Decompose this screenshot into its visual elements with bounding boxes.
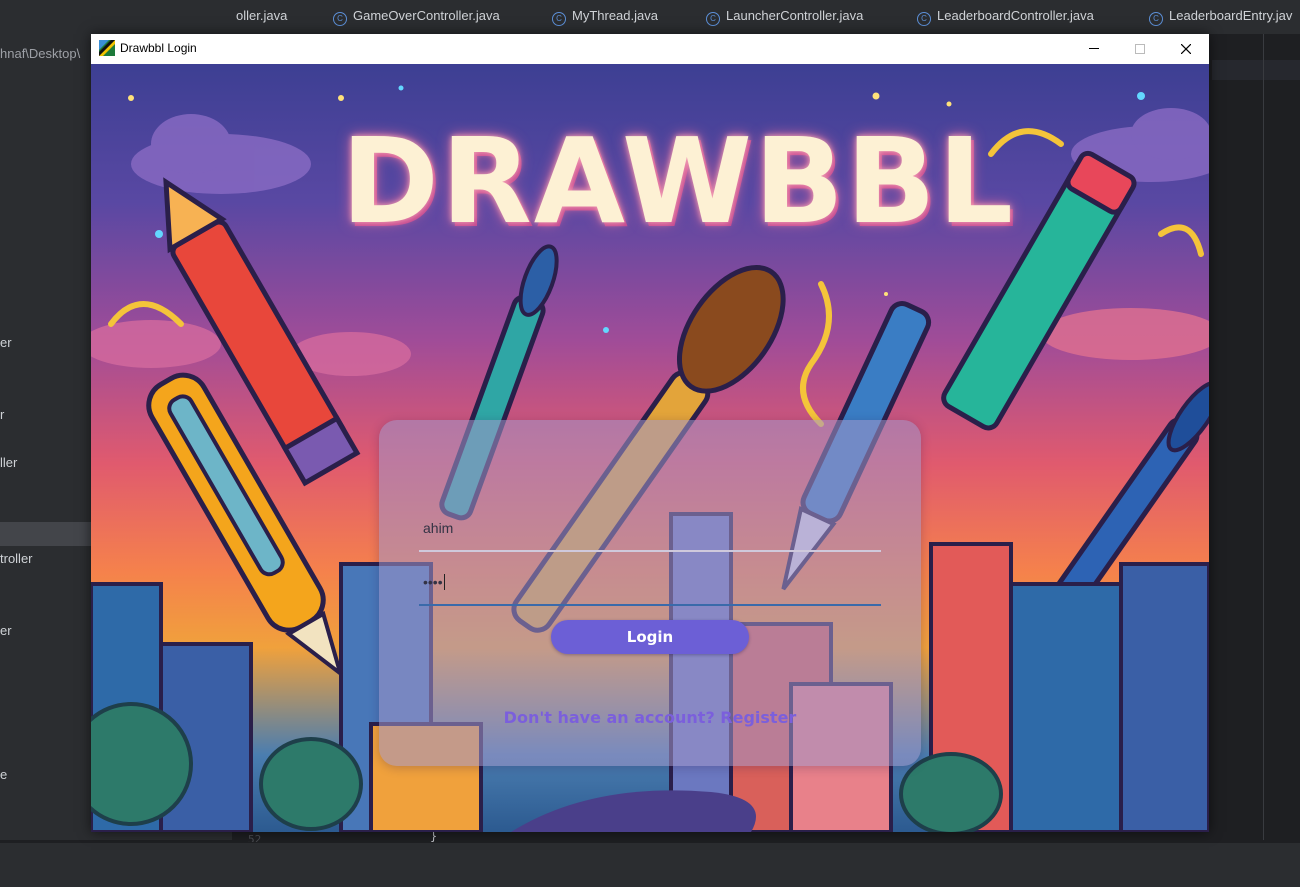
ide-tab-gameover-controller[interactable]: C GameOverController.java xyxy=(333,8,500,26)
ide-sidebar-item[interactable]: e xyxy=(0,767,7,782)
drawbbl-logo: DRAWBBL xyxy=(341,112,1016,250)
window-titlebar[interactable]: Drawbbl Login xyxy=(91,34,1209,64)
ide-tab-label: LeaderboardEntry.jav xyxy=(1169,8,1293,23)
ide-tab-bar: oller.java C GameOverController.java C MyT… xyxy=(0,0,1300,35)
close-button[interactable] xyxy=(1163,34,1209,64)
class-icon: C xyxy=(333,12,347,26)
ide-tab-leaderboard-controller[interactable]: C LeaderboardController.java xyxy=(917,8,1094,26)
register-link[interactable]: Don't have an account? Register xyxy=(379,708,921,727)
ide-tab-label: LauncherController.java xyxy=(726,8,864,23)
ide-sidebar-selection xyxy=(0,522,92,546)
class-icon: C xyxy=(1149,12,1163,26)
ide-line-highlight xyxy=(1212,60,1300,80)
ide-sidebar-item[interactable]: troller xyxy=(0,551,33,566)
username-field[interactable]: ahim xyxy=(419,512,881,552)
ide-tab-leaderboard-entry[interactable]: C LeaderboardEntry.jav xyxy=(1149,8,1292,26)
ide-project-path: hnaf\Desktop\ xyxy=(0,46,81,61)
ide-tab-label: MyThread.java xyxy=(572,8,658,23)
window-title: Drawbbl Login xyxy=(120,41,197,55)
login-screen: DRAWBBL ahim •••• Login Don't have an ac… xyxy=(91,64,1209,832)
password-underline xyxy=(419,604,881,606)
minimize-button[interactable] xyxy=(1071,34,1117,64)
app-icon xyxy=(99,40,115,56)
login-button[interactable]: Login xyxy=(551,620,749,654)
password-value: •••• xyxy=(423,574,445,590)
login-card: ahim •••• Login Don't have an account? R… xyxy=(379,420,921,766)
minimize-icon xyxy=(1089,48,1099,49)
class-icon: C xyxy=(917,12,931,26)
maximize-icon xyxy=(1135,44,1145,54)
ide-tab-mythread[interactable]: C MyThread.java xyxy=(552,8,658,26)
maximize-button[interactable] xyxy=(1117,34,1163,64)
drawbbl-login-window: Drawbbl Login DRAWBBL ahim •••• Login Do… xyxy=(91,34,1209,832)
ide-sidebar-item[interactable]: ller xyxy=(0,455,17,470)
ide-tab-launcher-controller[interactable]: C LauncherController.java xyxy=(706,8,863,26)
ide-sidebar-item[interactable]: er xyxy=(0,623,12,638)
ide-tab-label: LeaderboardController.java xyxy=(937,8,1094,23)
username-value: ahim xyxy=(423,520,454,536)
ide-sidebar-item[interactable]: r xyxy=(0,407,4,422)
ide-tab-label: GameOverController.java xyxy=(353,8,500,23)
class-icon: C xyxy=(552,12,566,26)
ide-sidebar-item[interactable]: er xyxy=(0,335,12,350)
password-field[interactable]: •••• xyxy=(419,566,881,606)
ide-editor-margin xyxy=(1263,34,1264,840)
ide-tab-label: oller.java xyxy=(236,8,288,23)
ide-tab-bar-left xyxy=(0,0,232,34)
password-mask: •••• xyxy=(423,574,443,590)
text-caret xyxy=(443,574,445,590)
road-decoration xyxy=(511,790,756,832)
close-icon xyxy=(1181,44,1191,54)
ide-tab-controller[interactable]: oller.java xyxy=(236,8,287,26)
class-icon: C xyxy=(706,12,720,26)
ide-status-bar xyxy=(0,842,1300,887)
username-underline xyxy=(419,550,881,552)
